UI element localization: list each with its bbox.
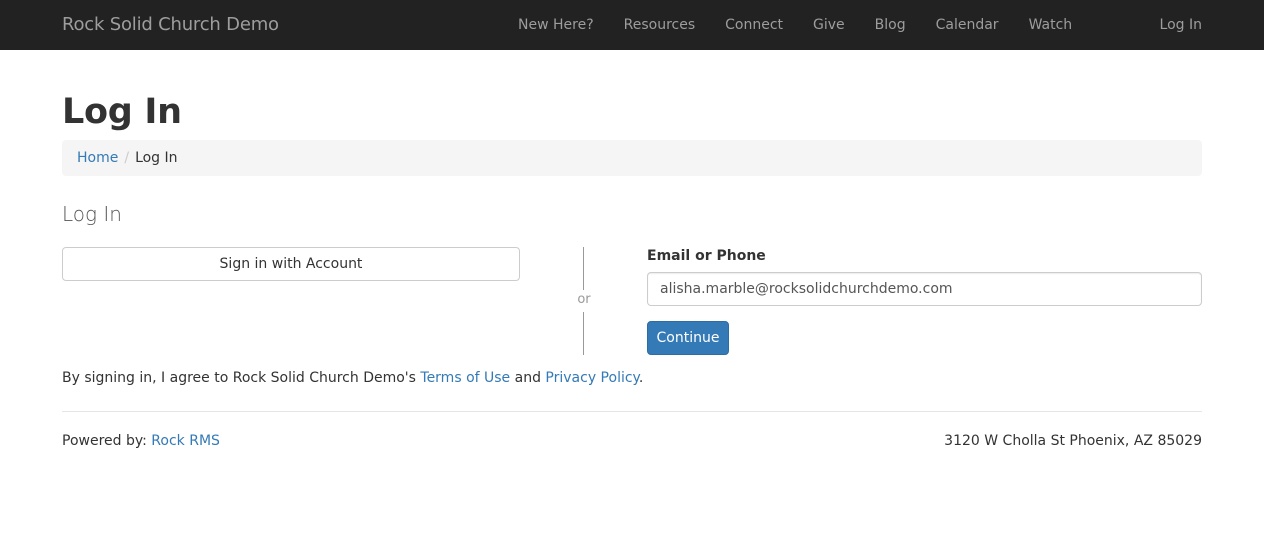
- nav-item-give[interactable]: Give: [798, 0, 860, 50]
- sign-in-with-account-button[interactable]: Sign in with Account: [62, 247, 520, 281]
- church-address: 3120 W Cholla St Phoenix, AZ 85029: [944, 433, 1202, 449]
- login-panel-title: Log In: [62, 202, 122, 226]
- divider-or-text: or: [577, 292, 591, 307]
- breadcrumb-home-link[interactable]: Home: [77, 150, 118, 166]
- nav-item-calendar[interactable]: Calendar: [921, 0, 1014, 50]
- agreement-prefix: By signing in, I agree to Rock Solid Chu…: [62, 370, 421, 386]
- terms-of-use-link[interactable]: Terms of Use: [420, 370, 510, 386]
- footer-divider: [62, 411, 1202, 412]
- nav-item-resources[interactable]: Resources: [609, 0, 711, 50]
- nav-login-link[interactable]: Log In: [1160, 0, 1202, 50]
- divider-line-top: [583, 247, 584, 290]
- top-navbar: Rock Solid Church Demo New Here? Resourc…: [0, 0, 1264, 50]
- divider-line-bottom: [583, 312, 584, 355]
- powered-by-text: Powered by: Rock RMS: [62, 433, 220, 449]
- email-or-phone-input[interactable]: [647, 272, 1202, 306]
- page-title: Log In: [62, 92, 182, 132]
- agreement-suffix: .: [638, 370, 644, 386]
- site-brand-link[interactable]: Rock Solid Church Demo: [62, 0, 279, 50]
- nav-item-new-here[interactable]: New Here?: [503, 0, 609, 50]
- email-or-phone-label: Email or Phone: [647, 248, 766, 264]
- nav-item-blog[interactable]: Blog: [860, 0, 921, 50]
- breadcrumb: Home / Log In: [62, 140, 1202, 176]
- main-nav: New Here? Resources Connect Give Blog Ca…: [503, 0, 1087, 50]
- agreement-and: and: [510, 370, 546, 386]
- terms-agreement-text: By signing in, I agree to Rock Solid Chu…: [62, 370, 643, 386]
- powered-by-prefix: Powered by:: [62, 433, 152, 449]
- breadcrumb-separator: /: [124, 150, 130, 166]
- privacy-policy-link[interactable]: Privacy Policy: [545, 370, 638, 386]
- continue-button[interactable]: Continue: [647, 321, 729, 355]
- rock-rms-link[interactable]: Rock RMS: [151, 433, 220, 449]
- nav-item-connect[interactable]: Connect: [710, 0, 798, 50]
- nav-item-watch[interactable]: Watch: [1014, 0, 1088, 50]
- breadcrumb-current: Log In: [135, 150, 178, 166]
